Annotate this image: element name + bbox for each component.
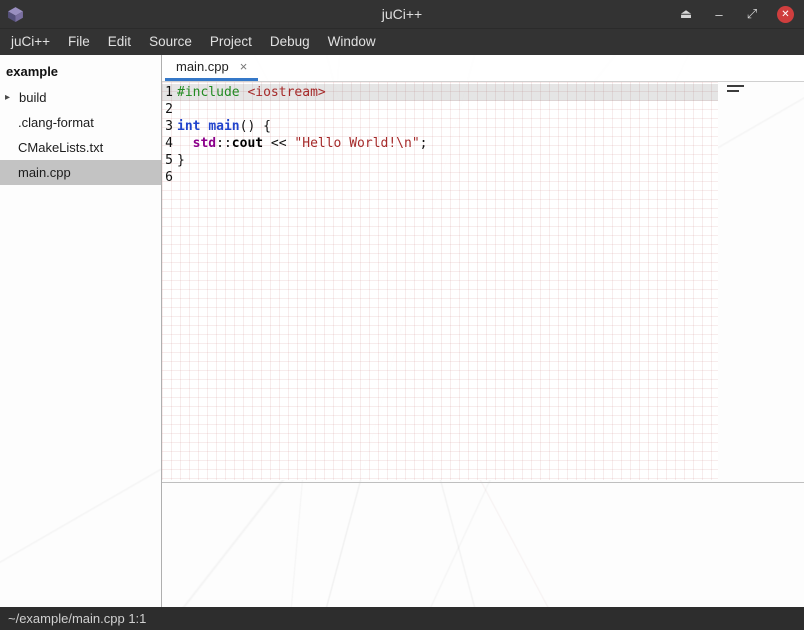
content-area: example ▸build .clang-format CMakeLists.tx… (0, 55, 804, 607)
tree-item-label: .clang-format (18, 115, 94, 130)
menu-item-edit[interactable]: Edit (99, 29, 140, 55)
code-token: std (193, 136, 216, 151)
code-token: #include (177, 85, 240, 100)
code-lines: 1#include <iostream>23int main() {4 std:… (162, 82, 718, 480)
keep-above-button[interactable]: ⏏ (678, 6, 694, 22)
code-editor[interactable]: 1#include <iostream>23int main() {4 std:… (162, 82, 804, 483)
status-file-position: ~/example/main.cpp 1:1 (8, 611, 146, 626)
tree-item-clang-format[interactable]: .clang-format (0, 110, 161, 135)
line-number: 6 (162, 169, 173, 186)
app-logo-icon (7, 6, 24, 23)
tree-item-label: main.cpp (18, 165, 71, 180)
project-root-label[interactable]: example (0, 59, 161, 85)
code-token: main (208, 119, 239, 134)
tree-item-main-cpp[interactable]: main.cpp (0, 160, 161, 185)
titlebar[interactable]: juCi++ ⏏–⤢✕ (0, 0, 804, 28)
code-token: () { (240, 119, 271, 134)
expander-triangle-icon[interactable]: ▸ (0, 92, 18, 103)
tabbar: main.cpp × (162, 55, 804, 82)
code-line-4[interactable]: 4 std::cout << "Hello World!\n"; (162, 135, 718, 152)
code-token: int (177, 119, 200, 134)
menubar: juCi++FileEditSourceProjectDebugWindow (0, 28, 804, 55)
menu-item-source[interactable]: Source (140, 29, 201, 55)
statusbar: ~/example/main.cpp 1:1 (0, 607, 804, 630)
code-line-2[interactable]: 2 (162, 101, 718, 118)
line-number: 4 (162, 135, 173, 152)
code-line-6[interactable]: 6 (162, 169, 718, 186)
line-number: 1 (162, 84, 173, 101)
tree-item-label: build (18, 90, 46, 105)
window-controls: ⏏ – ⤢ ✕ (678, 0, 794, 28)
minimize-button[interactable]: – (711, 7, 727, 22)
code-token: "Hello World!\n" (294, 136, 419, 151)
menu-item-juci[interactable]: juCi++ (2, 29, 59, 55)
code-token: cout (232, 136, 263, 151)
code-token (177, 136, 193, 151)
code-line-3[interactable]: 3 int main() { (162, 118, 718, 135)
scrollbar-mark (727, 85, 744, 87)
scrollbar-marks[interactable] (727, 85, 744, 92)
output-panel[interactable] (162, 483, 804, 607)
close-button[interactable]: ✕ (777, 6, 794, 23)
code-token: <iostream> (247, 85, 325, 100)
scrollbar-mark (727, 90, 739, 92)
app-window: juCi++ ⏏ – ⤢ ✕ juCi++FileEditSourceProjectD… (0, 0, 804, 630)
code-token: :: (216, 136, 232, 151)
menu-item-window[interactable]: Window (319, 29, 385, 55)
tab-label: main.cpp (176, 59, 229, 74)
line-number: 3 (162, 118, 173, 135)
menu-item-file[interactable]: File (59, 29, 99, 55)
tab-close-icon[interactable]: × (240, 60, 248, 73)
code-token: } (177, 153, 185, 168)
maximize-button[interactable]: ⤢ (744, 6, 760, 22)
main-area: main.cpp × 1 #include <iostream> 23 int mai… (162, 55, 804, 607)
tab-main-cpp[interactable]: main.cpp × (165, 55, 258, 81)
sidebar: example ▸build .clang-format CMakeLists.tx… (0, 55, 162, 607)
tree-item-label: CMakeLists.txt (18, 140, 103, 155)
menu-item-project[interactable]: Project (201, 29, 261, 55)
code-token: ; (420, 136, 428, 151)
code-line-1[interactable]: 1 #include <iostream> (162, 84, 718, 101)
line-number: 5 (162, 152, 173, 169)
menu-item-debug[interactable]: Debug (261, 29, 319, 55)
file-tree: ▸build .clang-format CMakeLists.txt main.cp… (0, 85, 161, 185)
tree-item-cmakelists-txt[interactable]: CMakeLists.txt (0, 135, 161, 160)
code-line-5[interactable]: 5} (162, 152, 718, 169)
code-token: << (263, 136, 294, 151)
tree-item-build[interactable]: ▸build (0, 85, 161, 110)
line-number: 2 (162, 101, 173, 118)
